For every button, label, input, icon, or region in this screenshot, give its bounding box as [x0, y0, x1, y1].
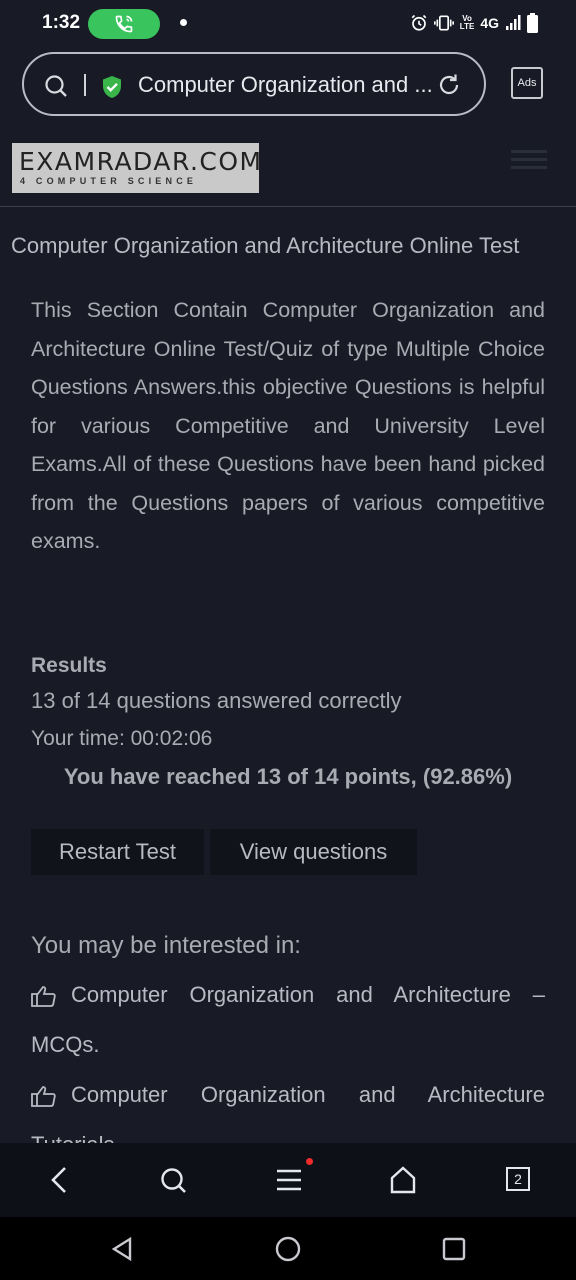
site-logo[interactable]: EXAMRADAR.COM 4 COMPUTER SCIENCE	[12, 143, 261, 193]
ongoing-call-pill[interactable]	[88, 9, 160, 39]
thumbs-up-icon	[31, 1086, 56, 1108]
network-type: 4G	[480, 15, 499, 31]
vibrate-icon	[433, 15, 454, 31]
home-icon[interactable]	[389, 1164, 417, 1196]
search-icon[interactable]	[158, 1164, 188, 1196]
related-link-text[interactable]: Computer Organization and Architecture –…	[31, 982, 545, 1057]
signal-icon	[506, 15, 521, 30]
related-heading: You may be interested in:	[31, 932, 301, 959]
related-link-text[interactable]: Computer Organization and Architecture T…	[31, 1082, 545, 1143]
status-time: 1:32	[42, 12, 81, 33]
browser-bottom-nav	[0, 1143, 576, 1217]
url-text[interactable]: Computer Organization and ...	[138, 72, 433, 98]
volte-icon: Vo LTE	[459, 14, 475, 31]
section-description: This Section Contain Computer Organizati…	[31, 298, 545, 553]
reload-icon[interactable]	[436, 72, 462, 98]
secure-shield-icon[interactable]	[101, 75, 123, 99]
answered-count: 13 of 14 questions answered correctly	[31, 688, 402, 713]
thumbs-up-icon	[31, 986, 56, 1008]
logo-main-text: EXAMRADAR.COM	[19, 147, 263, 176]
back-arrow-icon[interactable]	[46, 1164, 72, 1196]
search-icon[interactable]	[44, 74, 68, 98]
phone-call-icon	[115, 15, 133, 33]
battery-icon	[527, 13, 538, 33]
related-link[interactable]: Computer Organization and Architecture –…	[31, 970, 545, 1070]
address-bar[interactable]: Computer Organization and ...	[22, 52, 486, 116]
ad-block-button[interactable]: Ads	[511, 67, 543, 99]
page-title: Computer Organization and Architecture O…	[11, 233, 520, 258]
address-separator	[84, 74, 86, 96]
restart-test-button[interactable]: Restart Test	[31, 829, 204, 875]
system-home-icon[interactable]	[275, 1236, 301, 1262]
tabs-button[interactable]: 2	[506, 1167, 530, 1191]
menu-icon[interactable]	[511, 150, 547, 174]
points-summary: You have reached 13 of 14 points, (92.86…	[63, 764, 513, 789]
elapsed-time: Your time: 00:02:06	[31, 727, 213, 750]
system-recents-icon[interactable]	[442, 1237, 466, 1261]
status-bar: 1:32 Vo LTE 4G	[0, 0, 576, 46]
menu-notification-dot	[306, 1158, 313, 1165]
system-nav-bar	[0, 1217, 576, 1280]
related-link[interactable]: Computer Organization and Architecture T…	[31, 1070, 545, 1143]
menu-icon[interactable]	[275, 1164, 303, 1196]
logo-sub-text: 4 COMPUTER SCIENCE	[20, 176, 198, 186]
view-questions-button[interactable]: View questions	[210, 829, 417, 875]
site-header: EXAMRADAR.COM 4 COMPUTER SCIENCE	[0, 126, 576, 207]
notification-dot	[180, 19, 187, 26]
alarm-icon	[411, 14, 427, 31]
system-back-icon[interactable]	[110, 1237, 134, 1261]
status-icons: Vo LTE 4G	[410, 13, 538, 33]
results-heading: Results	[31, 654, 107, 677]
